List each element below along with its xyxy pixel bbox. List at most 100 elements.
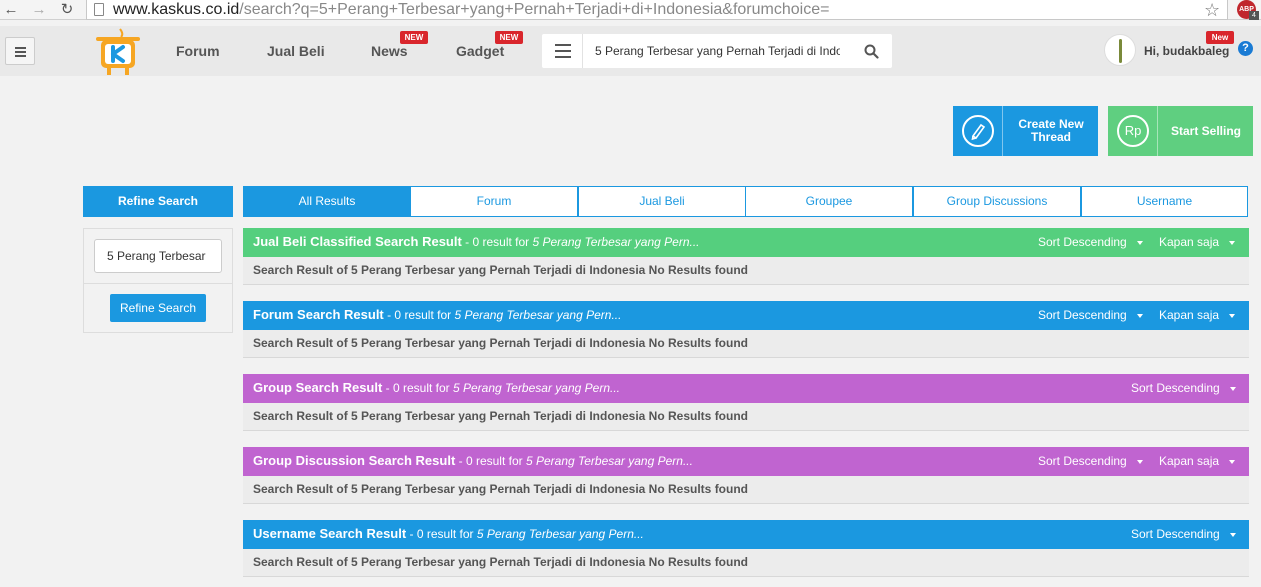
sort-dropdown[interactable]: Sort Descending	[1131, 520, 1236, 549]
pencil-glyph	[971, 123, 986, 141]
pencil-icon	[962, 115, 994, 147]
result-count: - 0 result for	[455, 454, 526, 468]
chevron-down-icon	[1229, 313, 1236, 318]
create-thread-icon-area	[953, 106, 1003, 156]
nav-news[interactable]: News	[371, 42, 408, 60]
kaskus-logo-icon[interactable]	[90, 26, 146, 76]
sort-dropdown[interactable]: Sort Descending	[1038, 228, 1143, 257]
group-discussion-result-section: Group Discussion Search Result - 0 resul…	[243, 447, 1249, 504]
result-header: Forum Search Result - 0 result for 5 Per…	[243, 301, 1249, 330]
header-search: 5 Perang Terbesar yang Pernah Terjadi di…	[542, 34, 892, 68]
side-menu-button[interactable]	[5, 37, 35, 65]
result-header: Group Search Result - 0 result for 5 Per…	[243, 374, 1249, 403]
chevron-down-icon	[1136, 459, 1143, 464]
result-header: Username Search Result - 0 result for 5 …	[243, 520, 1249, 549]
avatar[interactable]	[1104, 34, 1136, 66]
rupiah-icon: Rp	[1117, 115, 1149, 147]
result-message: Search Result of 5 Perang Terbesar yang …	[243, 549, 1249, 577]
search-input[interactable]: 5 Perang Terbesar yang Pernah Terjadi di…	[595, 34, 840, 68]
nav-gadget[interactable]: Gadget	[456, 42, 504, 60]
nav-jual-beli[interactable]: Jual Beli	[267, 42, 325, 60]
tab-forum[interactable]: Forum	[410, 186, 578, 217]
start-selling-button[interactable]: Rp Start Selling	[1108, 106, 1253, 156]
result-count: - 0 result for	[461, 235, 533, 249]
result-title: Group Discussion Search Result - 0 resul…	[253, 447, 693, 475]
username-result-section: Username Search Result - 0 result for 5 …	[243, 520, 1249, 577]
nav-forum[interactable]: Forum	[176, 42, 220, 60]
site-header: Forum Jual Beli News NEW Gadget NEW 5 Pe…	[0, 26, 1261, 76]
result-query: 5 Perang Terbesar yang Pern...	[454, 308, 622, 322]
result-count: - 0 result for	[383, 308, 455, 322]
time-label: Kapan saja	[1159, 235, 1220, 249]
result-query: 5 Perang Terbesar yang Pern...	[453, 381, 620, 395]
chevron-down-icon	[1229, 240, 1236, 245]
adblock-count-badge: 4	[1249, 11, 1259, 20]
sort-dropdown[interactable]: Sort Descending	[1131, 374, 1236, 403]
address-bar[interactable]: www.kaskus.co.id/search?q=5+Perang+Terbe…	[86, 0, 1228, 20]
refine-search-button[interactable]: Refine Search	[110, 294, 206, 322]
search-divider	[582, 34, 583, 68]
result-header: Jual Beli Classified Search Result - 0 r…	[243, 228, 1249, 257]
jual-beli-result-section: Jual Beli Classified Search Result - 0 r…	[243, 228, 1249, 285]
create-new-thread-button[interactable]: Create New Thread	[953, 106, 1098, 156]
url-host: www.kaskus.co.id	[113, 1, 240, 18]
sort-dropdown[interactable]: Sort Descending	[1038, 447, 1143, 476]
result-count: - 0 result for	[406, 527, 477, 541]
chevron-down-icon	[1229, 459, 1236, 464]
url-text: www.kaskus.co.id/search?q=5+Perang+Terbe…	[113, 0, 829, 19]
gadget-new-badge: NEW	[495, 31, 523, 44]
result-message: Search Result of 5 Perang Terbesar yang …	[243, 330, 1249, 358]
result-title-text: Username Search Result	[253, 526, 407, 541]
avatar-image	[1119, 39, 1122, 63]
help-icon[interactable]: ?	[1238, 41, 1253, 56]
hamburger-line	[15, 47, 26, 49]
refine-divider	[84, 283, 232, 284]
result-tabs: All Results Forum Jual Beli Groupee Grou…	[243, 186, 1248, 217]
result-query: 5 Perang Terbesar yang Pern...	[532, 235, 700, 249]
sort-label: Sort Descending	[1131, 527, 1220, 541]
sort-label: Sort Descending	[1038, 454, 1127, 468]
result-query: 5 Perang Terbesar yang Pern...	[476, 527, 644, 541]
chevron-down-icon	[1229, 386, 1236, 391]
back-arrow-icon[interactable]: ←	[2, 1, 20, 19]
menu-line	[555, 50, 571, 52]
time-dropdown[interactable]: Kapan saja	[1159, 228, 1236, 257]
start-selling-icon-area: Rp	[1108, 106, 1158, 156]
time-dropdown[interactable]: Kapan saja	[1159, 301, 1236, 330]
sort-label: Sort Descending	[1038, 235, 1127, 249]
result-title: Username Search Result - 0 result for 5 …	[253, 520, 644, 548]
result-count: - 0 result for	[382, 381, 453, 395]
create-thread-line2: Thread	[1030, 130, 1071, 144]
result-header: Group Discussion Search Result - 0 resul…	[243, 447, 1249, 476]
refine-search-input[interactable]: 5 Perang Terbesar	[94, 239, 222, 273]
user-greeting[interactable]: Hi, budakbaleg	[1144, 43, 1229, 59]
reload-icon[interactable]: ↻	[58, 1, 76, 19]
tab-jual-beli[interactable]: Jual Beli	[578, 186, 746, 217]
refine-search-heading: Refine Search	[83, 186, 233, 217]
result-message: Search Result of 5 Perang Terbesar yang …	[243, 257, 1249, 285]
result-title-text: Group Search Result	[253, 380, 383, 395]
sort-label: Sort Descending	[1131, 381, 1220, 395]
tab-group-discussions[interactable]: Group Discussions	[913, 186, 1081, 217]
menu-line	[555, 56, 571, 58]
url-path: /search?q=5+Perang+Terbesar+yang+Pernah+…	[239, 1, 830, 18]
bookmark-star-icon[interactable]: ☆	[1204, 0, 1220, 20]
result-title: Forum Search Result - 0 result for 5 Per…	[253, 301, 621, 329]
user-new-badge: New	[1206, 31, 1234, 44]
tab-username[interactable]: Username	[1081, 186, 1248, 217]
tab-groupee[interactable]: Groupee	[745, 186, 913, 217]
result-query: 5 Perang Terbesar yang Pern...	[525, 454, 693, 468]
search-icon[interactable]	[864, 44, 879, 59]
create-thread-text: Create New Thread	[1018, 118, 1083, 144]
chevron-down-icon	[1136, 313, 1143, 318]
search-filter-menu-icon[interactable]	[555, 44, 571, 58]
hamburger-line	[15, 51, 26, 53]
result-message: Search Result of 5 Perang Terbesar yang …	[243, 476, 1249, 504]
forward-arrow-icon[interactable]: →	[30, 1, 48, 19]
time-dropdown[interactable]: Kapan saja	[1159, 447, 1236, 476]
sort-dropdown[interactable]: Sort Descending	[1038, 301, 1143, 330]
create-thread-label: Create New Thread	[1004, 106, 1098, 156]
result-title-text: Jual Beli Classified Search Result	[253, 234, 462, 249]
tab-all-results[interactable]: All Results	[243, 186, 411, 217]
chevron-down-icon	[1136, 240, 1143, 245]
